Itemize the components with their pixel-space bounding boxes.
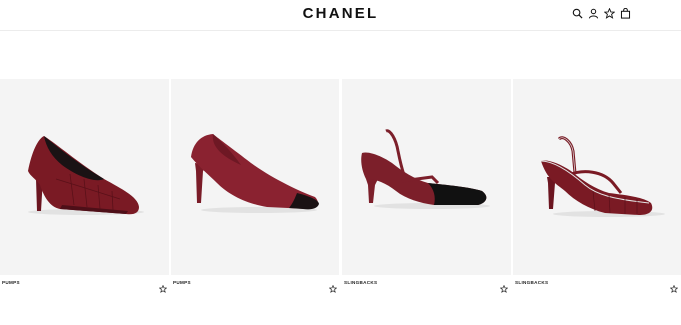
shoe-image — [513, 79, 681, 275]
product-caption-4: SLINGBACKS — [513, 276, 681, 293]
wishlist-star-icon[interactable] — [158, 280, 168, 293]
shoe-image — [171, 79, 339, 275]
bag-icon[interactable] — [620, 8, 631, 19]
header-icons — [572, 8, 631, 19]
wishlist-star-icon[interactable] — [669, 280, 679, 293]
wishlist-icon[interactable] — [604, 8, 615, 19]
wishlist-star-icon[interactable] — [328, 280, 338, 293]
product-card-slingbacks-2[interactable] — [513, 79, 681, 275]
product-category[interactable]: PUMPS — [2, 280, 20, 285]
product-card-pumps-2[interactable] — [171, 79, 339, 275]
product-card-pumps-1[interactable] — [0, 79, 169, 275]
product-grid — [0, 79, 681, 275]
product-category[interactable]: SLINGBACKS — [515, 280, 548, 285]
site-header: CHANEL — [0, 0, 681, 31]
product-category[interactable]: SLINGBACKS — [344, 280, 377, 285]
search-icon[interactable] — [572, 8, 583, 19]
product-category[interactable]: PUMPS — [173, 280, 191, 285]
product-caption-2: PUMPS — [171, 276, 339, 293]
product-caption-1: PUMPS — [0, 276, 169, 293]
shoe-image — [0, 79, 169, 275]
account-icon[interactable] — [588, 8, 599, 19]
wishlist-star-icon[interactable] — [499, 280, 509, 293]
product-card-slingbacks-1[interactable] — [342, 79, 511, 275]
shoe-image — [342, 79, 511, 275]
product-caption-3: SLINGBACKS — [342, 276, 511, 293]
